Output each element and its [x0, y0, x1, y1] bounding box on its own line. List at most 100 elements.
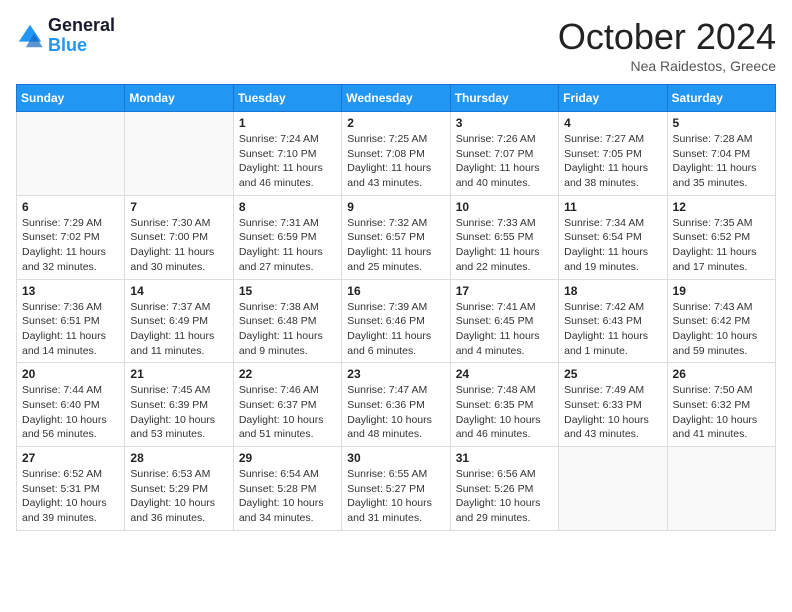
- calendar-day: 12 Sunrise: 7:35 AMSunset: 6:52 PMDayligh…: [667, 195, 775, 279]
- day-info: Sunrise: 7:42 AMSunset: 6:43 PMDaylight:…: [564, 300, 661, 359]
- day-info: Sunrise: 7:24 AMSunset: 7:10 PMDaylight:…: [239, 132, 336, 191]
- day-number: 25: [564, 367, 661, 381]
- day-info: Sunrise: 7:45 AMSunset: 6:39 PMDaylight:…: [130, 383, 227, 442]
- day-number: 22: [239, 367, 336, 381]
- calendar-header-row: SundayMondayTuesdayWednesdayThursdayFrid…: [17, 85, 776, 112]
- calendar-day: 19 Sunrise: 7:43 AMSunset: 6:42 PMDayligh…: [667, 279, 775, 363]
- day-info: Sunrise: 7:44 AMSunset: 6:40 PMDaylight:…: [22, 383, 119, 442]
- day-number: 6: [22, 200, 119, 214]
- day-info: Sunrise: 7:29 AMSunset: 7:02 PMDaylight:…: [22, 216, 119, 275]
- calendar-day: 10 Sunrise: 7:33 AMSunset: 6:55 PMDayligh…: [450, 195, 558, 279]
- calendar-day: 18 Sunrise: 7:42 AMSunset: 6:43 PMDayligh…: [559, 279, 667, 363]
- calendar-day: [17, 112, 125, 196]
- day-number: 10: [456, 200, 553, 214]
- day-info: Sunrise: 7:43 AMSunset: 6:42 PMDaylight:…: [673, 300, 770, 359]
- day-info: Sunrise: 7:36 AMSunset: 6:51 PMDaylight:…: [22, 300, 119, 359]
- day-info: Sunrise: 7:31 AMSunset: 6:59 PMDaylight:…: [239, 216, 336, 275]
- day-number: 9: [347, 200, 444, 214]
- calendar-day: 7 Sunrise: 7:30 AMSunset: 7:00 PMDaylight…: [125, 195, 233, 279]
- day-number: 21: [130, 367, 227, 381]
- calendar-day: 15 Sunrise: 7:38 AMSunset: 6:48 PMDayligh…: [233, 279, 341, 363]
- calendar-day: [667, 447, 775, 531]
- day-info: Sunrise: 6:56 AMSunset: 5:26 PMDaylight:…: [456, 467, 553, 526]
- day-number: 5: [673, 116, 770, 130]
- day-info: Sunrise: 6:53 AMSunset: 5:29 PMDaylight:…: [130, 467, 227, 526]
- day-header-tuesday: Tuesday: [233, 85, 341, 112]
- day-header-saturday: Saturday: [667, 85, 775, 112]
- day-info: Sunrise: 7:30 AMSunset: 7:00 PMDaylight:…: [130, 216, 227, 275]
- day-info: Sunrise: 7:26 AMSunset: 7:07 PMDaylight:…: [456, 132, 553, 191]
- day-info: Sunrise: 6:55 AMSunset: 5:27 PMDaylight:…: [347, 467, 444, 526]
- day-info: Sunrise: 7:41 AMSunset: 6:45 PMDaylight:…: [456, 300, 553, 359]
- calendar-day: 11 Sunrise: 7:34 AMSunset: 6:54 PMDayligh…: [559, 195, 667, 279]
- day-info: Sunrise: 7:34 AMSunset: 6:54 PMDaylight:…: [564, 216, 661, 275]
- day-number: 7: [130, 200, 227, 214]
- calendar-day: 29 Sunrise: 6:54 AMSunset: 5:28 PMDayligh…: [233, 447, 341, 531]
- day-number: 18: [564, 284, 661, 298]
- calendar-week-1: 1Sunrise: 7:24 AMSunset: 7:10 PMDaylight…: [17, 112, 776, 196]
- day-number: 11: [564, 200, 661, 214]
- day-number: 30: [347, 451, 444, 465]
- day-number: 15: [239, 284, 336, 298]
- calendar-table: SundayMondayTuesdayWednesdayThursdayFrid…: [16, 84, 776, 531]
- calendar-day: 25 Sunrise: 7:49 AMSunset: 6:33 PMDayligh…: [559, 363, 667, 447]
- day-info: Sunrise: 7:46 AMSunset: 6:37 PMDaylight:…: [239, 383, 336, 442]
- calendar-day: 31Sunrise: 6:56 AMSunset: 5:26 PMDayligh…: [450, 447, 558, 531]
- calendar-day: 9 Sunrise: 7:32 AMSunset: 6:57 PMDaylight…: [342, 195, 450, 279]
- day-number: 8: [239, 200, 336, 214]
- day-info: Sunrise: 7:32 AMSunset: 6:57 PMDaylight:…: [347, 216, 444, 275]
- calendar-day: 27 Sunrise: 6:52 AMSunset: 5:31 PMDayligh…: [17, 447, 125, 531]
- calendar-week-5: 27 Sunrise: 6:52 AMSunset: 5:31 PMDayligh…: [17, 447, 776, 531]
- calendar-day: 3 Sunrise: 7:26 AMSunset: 7:07 PMDaylight…: [450, 112, 558, 196]
- day-number: 3: [456, 116, 553, 130]
- calendar-day: 22 Sunrise: 7:46 AMSunset: 6:37 PMDayligh…: [233, 363, 341, 447]
- calendar-day: 1Sunrise: 7:24 AMSunset: 7:10 PMDaylight…: [233, 112, 341, 196]
- page-header: GeneralBlue October 2024 Nea Raidestos, …: [16, 16, 776, 74]
- day-info: Sunrise: 6:54 AMSunset: 5:28 PMDaylight:…: [239, 467, 336, 526]
- calendar-day: 13Sunrise: 7:36 AMSunset: 6:51 PMDayligh…: [17, 279, 125, 363]
- day-number: 29: [239, 451, 336, 465]
- day-number: 20: [22, 367, 119, 381]
- calendar-week-2: 6 Sunrise: 7:29 AMSunset: 7:02 PMDaylight…: [17, 195, 776, 279]
- day-info: Sunrise: 6:52 AMSunset: 5:31 PMDaylight:…: [22, 467, 119, 526]
- day-info: Sunrise: 7:39 AMSunset: 6:46 PMDaylight:…: [347, 300, 444, 359]
- day-info: Sunrise: 7:47 AMSunset: 6:36 PMDaylight:…: [347, 383, 444, 442]
- location: Nea Raidestos, Greece: [558, 58, 776, 74]
- calendar-day: 14 Sunrise: 7:37 AMSunset: 6:49 PMDayligh…: [125, 279, 233, 363]
- day-number: 17: [456, 284, 553, 298]
- calendar-day: 6 Sunrise: 7:29 AMSunset: 7:02 PMDaylight…: [17, 195, 125, 279]
- day-number: 27: [22, 451, 119, 465]
- calendar-week-3: 13Sunrise: 7:36 AMSunset: 6:51 PMDayligh…: [17, 279, 776, 363]
- day-info: Sunrise: 7:37 AMSunset: 6:49 PMDaylight:…: [130, 300, 227, 359]
- calendar-day: 16 Sunrise: 7:39 AMSunset: 6:46 PMDayligh…: [342, 279, 450, 363]
- day-number: 19: [673, 284, 770, 298]
- month-title: October 2024: [558, 16, 776, 58]
- day-number: 14: [130, 284, 227, 298]
- day-info: Sunrise: 7:38 AMSunset: 6:48 PMDaylight:…: [239, 300, 336, 359]
- day-number: 2: [347, 116, 444, 130]
- calendar-day: 30 Sunrise: 6:55 AMSunset: 5:27 PMDayligh…: [342, 447, 450, 531]
- day-info: Sunrise: 7:33 AMSunset: 6:55 PMDaylight:…: [456, 216, 553, 275]
- title-block: October 2024 Nea Raidestos, Greece: [558, 16, 776, 74]
- day-header-friday: Friday: [559, 85, 667, 112]
- day-number: 16: [347, 284, 444, 298]
- calendar-day: 26Sunrise: 7:50 AMSunset: 6:32 PMDayligh…: [667, 363, 775, 447]
- day-info: Sunrise: 7:27 AMSunset: 7:05 PMDaylight:…: [564, 132, 661, 191]
- day-info: Sunrise: 7:28 AMSunset: 7:04 PMDaylight:…: [673, 132, 770, 191]
- day-number: 23: [347, 367, 444, 381]
- day-info: Sunrise: 7:49 AMSunset: 6:33 PMDaylight:…: [564, 383, 661, 442]
- logo-text: GeneralBlue: [48, 16, 115, 56]
- calendar-day: 21 Sunrise: 7:45 AMSunset: 6:39 PMDayligh…: [125, 363, 233, 447]
- day-number: 4: [564, 116, 661, 130]
- day-info: Sunrise: 7:35 AMSunset: 6:52 PMDaylight:…: [673, 216, 770, 275]
- calendar-day: 20 Sunrise: 7:44 AMSunset: 6:40 PMDayligh…: [17, 363, 125, 447]
- day-header-thursday: Thursday: [450, 85, 558, 112]
- day-info: Sunrise: 7:25 AMSunset: 7:08 PMDaylight:…: [347, 132, 444, 191]
- logo: GeneralBlue: [16, 16, 115, 56]
- day-number: 12: [673, 200, 770, 214]
- day-info: Sunrise: 7:48 AMSunset: 6:35 PMDaylight:…: [456, 383, 553, 442]
- day-number: 26: [673, 367, 770, 381]
- calendar-day: [559, 447, 667, 531]
- day-header-monday: Monday: [125, 85, 233, 112]
- logo-icon: [16, 22, 44, 50]
